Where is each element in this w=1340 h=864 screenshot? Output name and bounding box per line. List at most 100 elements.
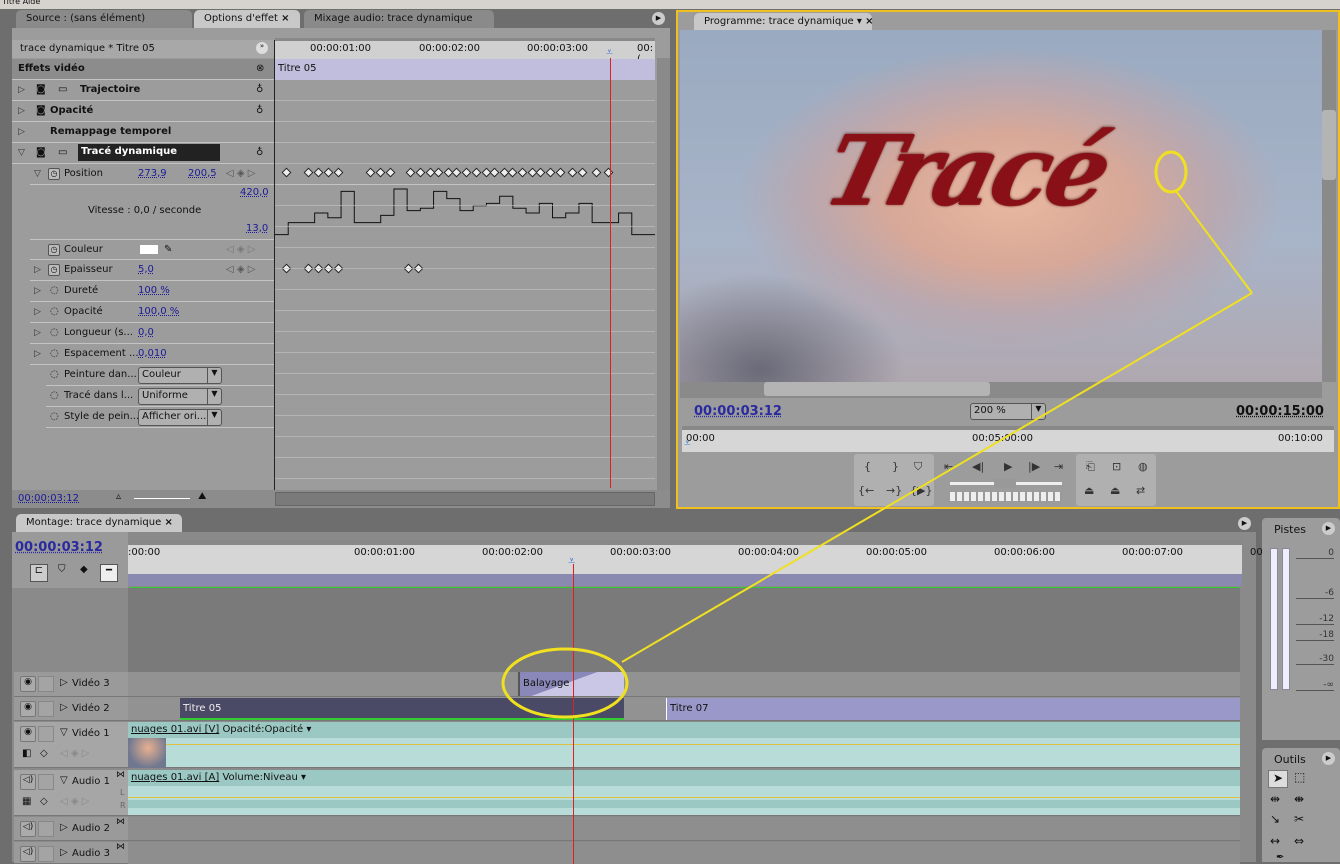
keyframe-marker[interactable] — [281, 167, 292, 178]
section-video-effects[interactable]: Effets vidéo ⊗ — [12, 59, 274, 80]
keyframe-marker[interactable] — [323, 263, 334, 274]
param-position[interactable]: ▽ ◷ Position 273,9 200,5 ◁ ◈ ▷ — [30, 164, 274, 185]
expand-icon[interactable]: ▷ — [60, 822, 68, 833]
clip-titre-07[interactable]: Titre 07 — [666, 698, 1240, 720]
keyframe-marker[interactable] — [517, 167, 528, 178]
zoom-select[interactable]: 200 % ▼ — [970, 403, 1046, 420]
track-header-video3[interactable]: ◉ ▷ Vidéo 3 — [14, 672, 128, 697]
peinture-select[interactable]: Couleur ▼ — [138, 367, 222, 384]
lock-toggle[interactable] — [38, 676, 54, 692]
extract-icon[interactable]: ⏏ — [1110, 484, 1120, 497]
play-in-out-icon[interactable]: {▶} — [910, 484, 932, 497]
playhead-icon[interactable]: ⩡ — [568, 554, 575, 569]
tab-program[interactable]: Programme: trace dynamique ▾ × — [694, 13, 874, 31]
vertical-scrollbar[interactable] — [1322, 30, 1336, 382]
keyframe-marker[interactable] — [365, 167, 376, 178]
collapse-icon[interactable]: ▽ — [34, 169, 41, 179]
effect-opacite[interactable]: ▷ ◙ Opacité ♁ — [12, 101, 274, 122]
eye-icon[interactable]: ◉ — [20, 676, 36, 692]
speaker-icon[interactable]: ◁) — [20, 846, 36, 862]
keyframe-marker[interactable] — [461, 167, 472, 178]
panel-menu-icon[interactable]: ▶ — [652, 12, 665, 25]
reset-icon[interactable]: ♁ — [256, 147, 263, 158]
vertical-scrollbar[interactable] — [657, 58, 670, 490]
zoom-slider[interactable] — [134, 498, 190, 499]
keyframe-nav-icon[interactable]: ◁ ◈ ▷ — [60, 796, 89, 807]
zoom-in-icon[interactable]: ⛰ — [198, 491, 206, 502]
snap-icon[interactable]: ⊏ — [30, 564, 48, 582]
keyframe-nav-icon[interactable]: ◁ ◈ ▷ — [226, 264, 255, 275]
go-to-out-icon[interactable]: →} — [886, 484, 902, 497]
expand-icon[interactable]: ▷ — [60, 677, 68, 688]
eye-icon[interactable]: ◉ — [20, 701, 36, 717]
expand-icon[interactable]: ▷ — [60, 702, 68, 713]
keyframe-marker[interactable] — [433, 167, 444, 178]
clip-balayage[interactable]: Balayage — [518, 672, 624, 696]
track-vertical-scrollbar[interactable] — [1240, 588, 1254, 862]
keyframe-marker[interactable] — [545, 167, 556, 178]
track-select-tool-icon[interactable]: ⬚ — [1294, 770, 1305, 784]
param-durete[interactable]: ▷ ◌ Dureté 100 % — [30, 281, 274, 302]
keyframe-marker[interactable] — [591, 167, 602, 178]
keyframe-marker[interactable] — [413, 263, 424, 274]
keyframe-marker[interactable] — [471, 167, 482, 178]
tab-source[interactable]: Source : (sans élément) — [16, 10, 192, 28]
stopwatch-icon[interactable]: ◌ — [50, 411, 59, 422]
reset-icon[interactable]: ♁ — [256, 84, 263, 95]
chevron-down-icon[interactable]: ▾ — [301, 772, 306, 783]
lock-toggle[interactable] — [38, 821, 54, 837]
keyframe-marker[interactable] — [403, 263, 414, 274]
expand-icon[interactable]: ▷ — [60, 847, 68, 858]
lift-icon[interactable]: ⏏ — [1084, 484, 1094, 497]
expand-icon[interactable]: ▷ — [34, 328, 41, 338]
stopwatch-icon[interactable]: ◌ — [50, 348, 59, 359]
rolling-edit-tool-icon[interactable]: ⇼ — [1294, 792, 1304, 806]
output-icon[interactable]: ◍ — [1138, 460, 1148, 473]
track-header-audio1[interactable]: ◁) ▽ Audio 1 ⋈ ▦ ◇ ◁ ◈ ▷ L R — [14, 770, 128, 816]
stopwatch-icon[interactable]: ◷ — [48, 244, 60, 256]
mark-in-icon[interactable]: { — [864, 460, 871, 473]
expand-icon[interactable]: ▷ — [18, 85, 25, 95]
selection-tool-icon[interactable]: ➤ — [1268, 770, 1288, 788]
collapse-icon[interactable]: ▽ — [18, 148, 25, 158]
playhead-line[interactable] — [573, 564, 574, 864]
effect-ruler[interactable]: 00:00:01:00 00:00:02:00 00:00:03:00 00:(… — [275, 38, 655, 65]
go-to-in-icon[interactable]: {← — [858, 484, 874, 497]
keyframe-marker[interactable] — [385, 167, 396, 178]
param-value[interactable]: 100 % — [138, 285, 170, 296]
keyframe-marker[interactable] — [375, 167, 386, 178]
ripple-edit-tool-icon[interactable]: ⇹ — [1270, 792, 1280, 806]
fx-toggle-icon[interactable]: ◙ — [36, 84, 46, 95]
speaker-icon[interactable]: ◁) — [20, 774, 36, 790]
pen-tool-icon[interactable]: ✒ — [1276, 852, 1284, 863]
step-back-icon[interactable]: ◀| — [972, 460, 984, 473]
previous-edit-icon[interactable]: ⇤ — [944, 460, 953, 473]
keyframe-marker[interactable] — [507, 167, 518, 178]
keyframe-marker[interactable] — [303, 167, 314, 178]
zoom-out-icon[interactable]: ▵ — [116, 491, 121, 502]
play-icon[interactable]: ▶ — [1004, 460, 1012, 473]
next-edit-icon[interactable]: ⇥ — [1054, 460, 1063, 473]
position-x-value[interactable]: 273,9 — [138, 168, 167, 179]
effect-trace-dynamique[interactable]: ▽ ◙ ▭ Tracé dynamique ♁ — [12, 143, 274, 164]
clip-nuages-video[interactable]: nuages 01.avi [V] Opacité:Opacité ▾ — [128, 722, 314, 738]
loop-icon[interactable]: ⎗ — [1086, 460, 1095, 474]
track-display-icon[interactable]: ━ — [100, 564, 118, 582]
keyframe-marker[interactable] — [333, 263, 344, 274]
stopwatch-icon[interactable]: ◌ — [50, 285, 59, 296]
stopwatch-icon[interactable]: ◷ — [48, 168, 60, 180]
expand-icon[interactable]: ▷ — [34, 265, 41, 275]
marker-icon[interactable]: ⛉ — [914, 460, 922, 474]
rate-stretch-tool-icon[interactable]: ↘ — [1270, 812, 1280, 826]
trace-select[interactable]: Uniforme ▼ — [138, 388, 222, 405]
track-header-video1[interactable]: ◉ ▽ Vidéo 1 ◧ ◇ ◁ ◈ ▷ — [14, 722, 128, 768]
param-longueur[interactable]: ▷ ◌ Longueur (s... 0,0 — [30, 323, 274, 344]
expand-icon[interactable]: ▷ — [18, 127, 25, 137]
lock-toggle[interactable] — [38, 701, 54, 717]
fx-toggle-icon[interactable]: ◙ — [36, 147, 46, 158]
param-epaisseur[interactable]: ▷ ◷ Epaisseur 5,0 ◁ ◈ ▷ — [30, 260, 274, 281]
keyframe-nav-icon[interactable]: ◁ ◈ ▷ — [60, 748, 89, 759]
fx-toggle-icon[interactable]: ◙ — [36, 105, 46, 116]
display-style-icon[interactable]: ◧ — [22, 748, 31, 759]
timeline-ruler[interactable]: :00:00 00:00:01:00 00:00:02:00 00:00:03:00 0… — [128, 540, 1311, 589]
